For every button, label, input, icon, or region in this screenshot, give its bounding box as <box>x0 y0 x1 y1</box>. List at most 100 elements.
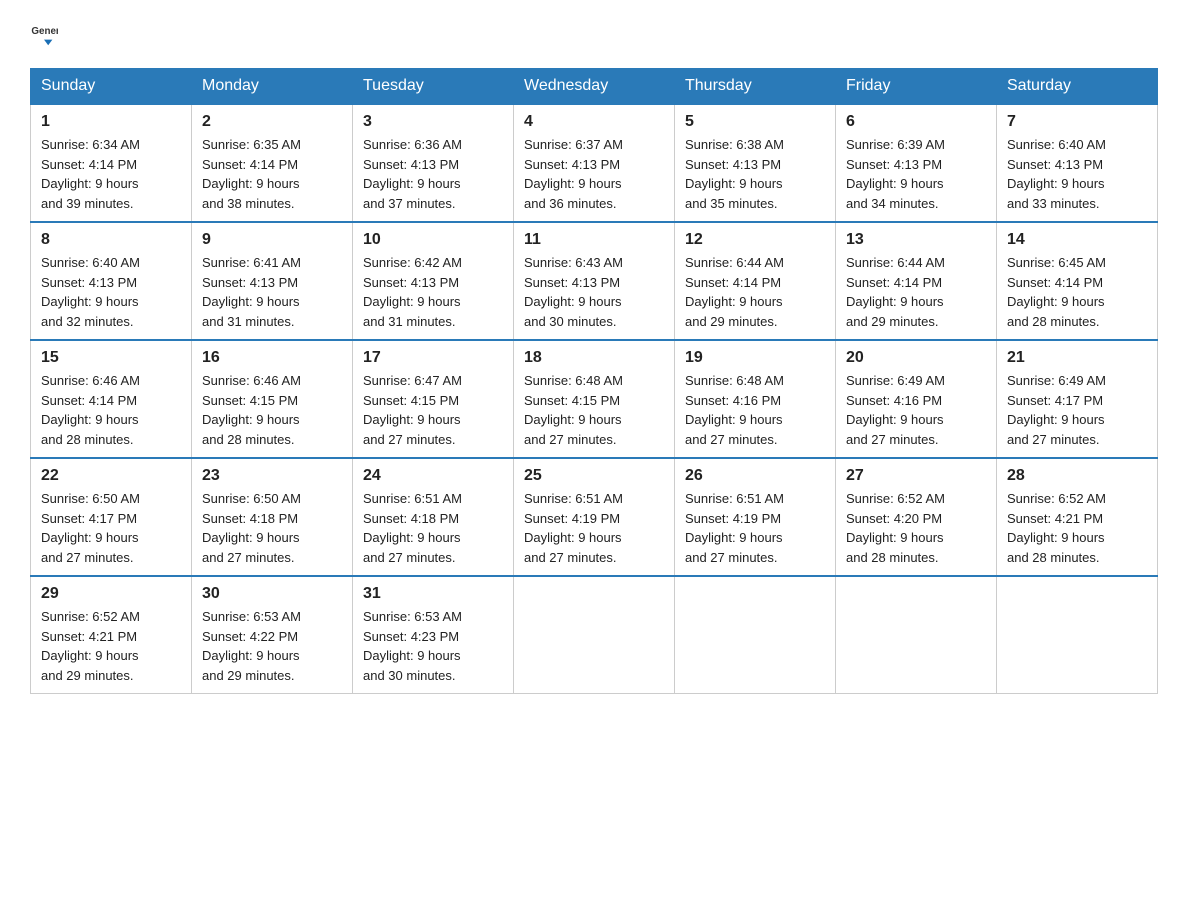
calendar-cell: 13 Sunrise: 6:44 AMSunset: 4:14 PMDaylig… <box>836 222 997 340</box>
day-info: Sunrise: 6:38 AMSunset: 4:13 PMDaylight:… <box>685 135 825 213</box>
day-info: Sunrise: 6:44 AMSunset: 4:14 PMDaylight:… <box>685 253 825 331</box>
day-info: Sunrise: 6:51 AMSunset: 4:19 PMDaylight:… <box>524 489 664 567</box>
day-info: Sunrise: 6:46 AMSunset: 4:15 PMDaylight:… <box>202 371 342 449</box>
calendar-week-2: 8 Sunrise: 6:40 AMSunset: 4:13 PMDayligh… <box>31 222 1158 340</box>
day-info: Sunrise: 6:35 AMSunset: 4:14 PMDaylight:… <box>202 135 342 213</box>
day-number: 31 <box>363 585 503 603</box>
day-number: 3 <box>363 113 503 131</box>
calendar-cell <box>675 576 836 694</box>
calendar-cell: 21 Sunrise: 6:49 AMSunset: 4:17 PMDaylig… <box>997 340 1158 458</box>
calendar-cell: 20 Sunrise: 6:49 AMSunset: 4:16 PMDaylig… <box>836 340 997 458</box>
header-row: SundayMondayTuesdayWednesdayThursdayFrid… <box>31 69 1158 105</box>
calendar-cell: 19 Sunrise: 6:48 AMSunset: 4:16 PMDaylig… <box>675 340 836 458</box>
day-number: 28 <box>1007 467 1147 485</box>
day-number: 13 <box>846 231 986 249</box>
day-info: Sunrise: 6:53 AMSunset: 4:22 PMDaylight:… <box>202 607 342 685</box>
calendar-week-1: 1 Sunrise: 6:34 AMSunset: 4:14 PMDayligh… <box>31 104 1158 222</box>
logo-icon: General <box>30 20 58 48</box>
day-header-friday: Friday <box>836 69 997 105</box>
day-number: 4 <box>524 113 664 131</box>
day-info: Sunrise: 6:50 AMSunset: 4:18 PMDaylight:… <box>202 489 342 567</box>
day-number: 6 <box>846 113 986 131</box>
day-header-tuesday: Tuesday <box>353 69 514 105</box>
day-number: 27 <box>846 467 986 485</box>
day-info: Sunrise: 6:52 AMSunset: 4:20 PMDaylight:… <box>846 489 986 567</box>
page-header: General <box>30 20 1158 48</box>
calendar-cell: 6 Sunrise: 6:39 AMSunset: 4:13 PMDayligh… <box>836 104 997 222</box>
day-number: 30 <box>202 585 342 603</box>
calendar-cell: 5 Sunrise: 6:38 AMSunset: 4:13 PMDayligh… <box>675 104 836 222</box>
day-info: Sunrise: 6:36 AMSunset: 4:13 PMDaylight:… <box>363 135 503 213</box>
calendar-cell: 1 Sunrise: 6:34 AMSunset: 4:14 PMDayligh… <box>31 104 192 222</box>
calendar-cell: 14 Sunrise: 6:45 AMSunset: 4:14 PMDaylig… <box>997 222 1158 340</box>
day-number: 16 <box>202 349 342 367</box>
day-number: 8 <box>41 231 181 249</box>
day-info: Sunrise: 6:40 AMSunset: 4:13 PMDaylight:… <box>1007 135 1147 213</box>
calendar-cell: 28 Sunrise: 6:52 AMSunset: 4:21 PMDaylig… <box>997 458 1158 576</box>
day-number: 19 <box>685 349 825 367</box>
logo: General <box>30 20 64 48</box>
day-info: Sunrise: 6:49 AMSunset: 4:16 PMDaylight:… <box>846 371 986 449</box>
calendar-cell: 11 Sunrise: 6:43 AMSunset: 4:13 PMDaylig… <box>514 222 675 340</box>
day-info: Sunrise: 6:43 AMSunset: 4:13 PMDaylight:… <box>524 253 664 331</box>
day-info: Sunrise: 6:41 AMSunset: 4:13 PMDaylight:… <box>202 253 342 331</box>
day-info: Sunrise: 6:47 AMSunset: 4:15 PMDaylight:… <box>363 371 503 449</box>
calendar-cell: 30 Sunrise: 6:53 AMSunset: 4:22 PMDaylig… <box>192 576 353 694</box>
calendar-cell: 7 Sunrise: 6:40 AMSunset: 4:13 PMDayligh… <box>997 104 1158 222</box>
day-info: Sunrise: 6:50 AMSunset: 4:17 PMDaylight:… <box>41 489 181 567</box>
calendar-cell <box>836 576 997 694</box>
calendar-cell <box>514 576 675 694</box>
calendar-cell: 17 Sunrise: 6:47 AMSunset: 4:15 PMDaylig… <box>353 340 514 458</box>
day-info: Sunrise: 6:46 AMSunset: 4:14 PMDaylight:… <box>41 371 181 449</box>
day-number: 17 <box>363 349 503 367</box>
calendar-cell: 27 Sunrise: 6:52 AMSunset: 4:20 PMDaylig… <box>836 458 997 576</box>
day-info: Sunrise: 6:45 AMSunset: 4:14 PMDaylight:… <box>1007 253 1147 331</box>
day-number: 1 <box>41 113 181 131</box>
calendar-cell: 26 Sunrise: 6:51 AMSunset: 4:19 PMDaylig… <box>675 458 836 576</box>
day-number: 25 <box>524 467 664 485</box>
day-info: Sunrise: 6:44 AMSunset: 4:14 PMDaylight:… <box>846 253 986 331</box>
day-info: Sunrise: 6:52 AMSunset: 4:21 PMDaylight:… <box>41 607 181 685</box>
day-number: 10 <box>363 231 503 249</box>
day-header-thursday: Thursday <box>675 69 836 105</box>
day-number: 9 <box>202 231 342 249</box>
day-number: 24 <box>363 467 503 485</box>
day-number: 20 <box>846 349 986 367</box>
day-number: 5 <box>685 113 825 131</box>
calendar-week-5: 29 Sunrise: 6:52 AMSunset: 4:21 PMDaylig… <box>31 576 1158 694</box>
calendar-cell <box>997 576 1158 694</box>
day-number: 26 <box>685 467 825 485</box>
day-info: Sunrise: 6:51 AMSunset: 4:18 PMDaylight:… <box>363 489 503 567</box>
day-header-saturday: Saturday <box>997 69 1158 105</box>
day-info: Sunrise: 6:42 AMSunset: 4:13 PMDaylight:… <box>363 253 503 331</box>
calendar-cell: 8 Sunrise: 6:40 AMSunset: 4:13 PMDayligh… <box>31 222 192 340</box>
day-number: 11 <box>524 231 664 249</box>
day-number: 2 <box>202 113 342 131</box>
calendar-cell: 9 Sunrise: 6:41 AMSunset: 4:13 PMDayligh… <box>192 222 353 340</box>
calendar-cell: 4 Sunrise: 6:37 AMSunset: 4:13 PMDayligh… <box>514 104 675 222</box>
calendar-cell: 12 Sunrise: 6:44 AMSunset: 4:14 PMDaylig… <box>675 222 836 340</box>
calendar-cell: 15 Sunrise: 6:46 AMSunset: 4:14 PMDaylig… <box>31 340 192 458</box>
day-header-wednesday: Wednesday <box>514 69 675 105</box>
day-info: Sunrise: 6:37 AMSunset: 4:13 PMDaylight:… <box>524 135 664 213</box>
day-info: Sunrise: 6:49 AMSunset: 4:17 PMDaylight:… <box>1007 371 1147 449</box>
day-header-sunday: Sunday <box>31 69 192 105</box>
day-number: 22 <box>41 467 181 485</box>
day-info: Sunrise: 6:40 AMSunset: 4:13 PMDaylight:… <box>41 253 181 331</box>
day-info: Sunrise: 6:34 AMSunset: 4:14 PMDaylight:… <box>41 135 181 213</box>
calendar-cell: 16 Sunrise: 6:46 AMSunset: 4:15 PMDaylig… <box>192 340 353 458</box>
day-info: Sunrise: 6:52 AMSunset: 4:21 PMDaylight:… <box>1007 489 1147 567</box>
calendar-cell: 29 Sunrise: 6:52 AMSunset: 4:21 PMDaylig… <box>31 576 192 694</box>
day-number: 12 <box>685 231 825 249</box>
calendar-cell: 10 Sunrise: 6:42 AMSunset: 4:13 PMDaylig… <box>353 222 514 340</box>
calendar-cell: 3 Sunrise: 6:36 AMSunset: 4:13 PMDayligh… <box>353 104 514 222</box>
calendar-week-4: 22 Sunrise: 6:50 AMSunset: 4:17 PMDaylig… <box>31 458 1158 576</box>
day-number: 21 <box>1007 349 1147 367</box>
day-number: 23 <box>202 467 342 485</box>
day-info: Sunrise: 6:39 AMSunset: 4:13 PMDaylight:… <box>846 135 986 213</box>
day-number: 7 <box>1007 113 1147 131</box>
day-info: Sunrise: 6:53 AMSunset: 4:23 PMDaylight:… <box>363 607 503 685</box>
day-header-monday: Monday <box>192 69 353 105</box>
calendar-table: SundayMondayTuesdayWednesdayThursdayFrid… <box>30 68 1158 694</box>
calendar-cell: 18 Sunrise: 6:48 AMSunset: 4:15 PMDaylig… <box>514 340 675 458</box>
